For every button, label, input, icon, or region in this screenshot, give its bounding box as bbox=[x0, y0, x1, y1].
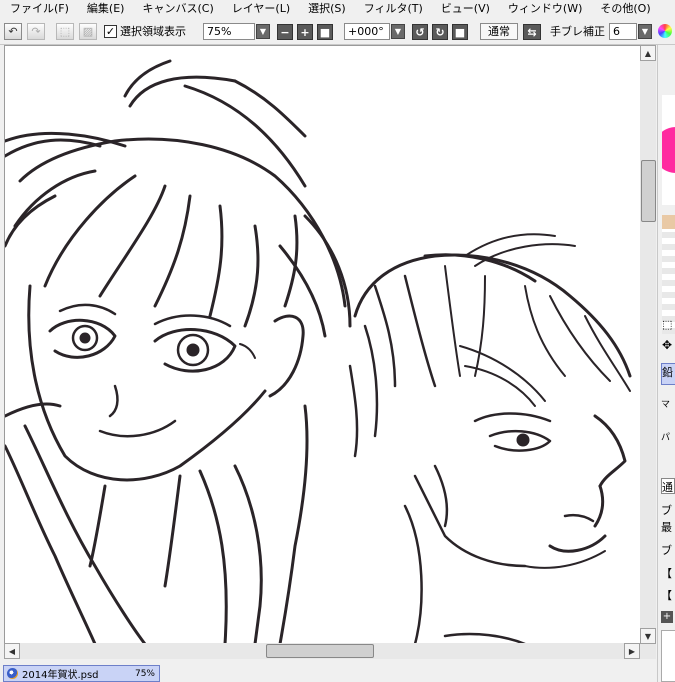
color-wheel-icon[interactable] bbox=[658, 24, 672, 38]
deselect-button[interactable]: ⬚ bbox=[56, 23, 74, 40]
document-icon bbox=[7, 668, 18, 679]
color-circle-icon[interactable] bbox=[662, 95, 675, 205]
show-selection-label: 選択領域表示 bbox=[120, 25, 186, 38]
vertical-scrollbar[interactable]: ▲ ▼ bbox=[640, 45, 656, 659]
square-icon: ■ bbox=[454, 25, 466, 39]
menu-layer[interactable]: レイヤー(L) bbox=[222, 0, 298, 18]
menu-filter[interactable]: フィルタ(T) bbox=[354, 0, 431, 18]
document-tab[interactable]: 2014年賀状.psd 75% bbox=[3, 665, 160, 682]
undo-icon: ↶ bbox=[8, 25, 18, 38]
menu-other[interactable]: その他(O) bbox=[590, 0, 658, 18]
rotate-right-button[interactable]: ↻ bbox=[432, 24, 448, 40]
rotate-right-icon: ↻ bbox=[435, 25, 445, 39]
tool-setting-label[interactable]: 【 bbox=[661, 565, 672, 581]
minus-icon: − bbox=[280, 25, 290, 39]
chevron-down-icon: ▼ bbox=[394, 27, 402, 36]
pencil-tool-tab[interactable]: 鉛 bbox=[661, 363, 675, 385]
arrow-left-icon: ◀ bbox=[8, 646, 16, 656]
tool-setting-label: パ bbox=[661, 433, 671, 443]
invert-selection-button[interactable]: ▨ bbox=[79, 23, 97, 40]
brush-preview bbox=[661, 630, 675, 682]
chevron-down-icon: ▼ bbox=[641, 27, 649, 36]
right-tool-panel: ⬚ ✥ 鉛 マ パ 通 ブ 最 ブ 【 【 + bbox=[657, 45, 675, 682]
scroll-left-button[interactable]: ◀ bbox=[4, 643, 20, 659]
plus-icon: + bbox=[300, 25, 310, 39]
menu-window[interactable]: ウィンドウ(W) bbox=[498, 0, 590, 18]
rotation-reset-button[interactable]: ■ bbox=[452, 24, 468, 40]
redo-button[interactable]: ↷ bbox=[27, 23, 45, 40]
rotation-field[interactable]: +000° bbox=[344, 23, 390, 40]
chevron-down-icon: ▼ bbox=[259, 27, 267, 36]
select-tool-icon[interactable]: ⬚ bbox=[662, 318, 672, 331]
menu-bar: ファイル(F) 編集(E) キャンバス(C) レイヤー(L) 選択(S) フィル… bbox=[0, 0, 675, 18]
zoom-out-button[interactable]: − bbox=[277, 24, 293, 40]
square-icon: ■ bbox=[319, 25, 331, 39]
document-tab-bar: 2014年賀状.psd 75% bbox=[0, 662, 657, 682]
flip-view-button[interactable]: ⇆ bbox=[523, 24, 541, 40]
arrow-right-icon: ▶ bbox=[628, 646, 636, 656]
checkmark-icon: ✓ bbox=[105, 25, 116, 38]
rotation-dropdown[interactable]: ▼ bbox=[391, 24, 405, 39]
blend-mode-button[interactable]: 通常 bbox=[480, 23, 518, 40]
tool-setting-label[interactable]: 【 bbox=[661, 587, 672, 603]
zoom-field[interactable]: 75% bbox=[203, 23, 255, 40]
redo-icon: ↷ bbox=[31, 25, 41, 38]
move-tool-icon[interactable]: ✥ bbox=[662, 338, 672, 352]
add-icon[interactable]: + bbox=[661, 611, 673, 623]
arrow-down-icon: ▼ bbox=[644, 631, 652, 641]
menu-view[interactable]: ビュー(V) bbox=[431, 0, 498, 18]
blend-mode-field[interactable]: 通 bbox=[661, 478, 675, 494]
scroll-right-button[interactable]: ▶ bbox=[624, 643, 640, 659]
horizontal-scrollbar[interactable]: ◀ ▶ bbox=[4, 643, 640, 659]
stabilizer-dropdown[interactable]: ▼ bbox=[638, 24, 652, 39]
rotate-left-icon: ↺ bbox=[415, 25, 425, 39]
stabilizer-field[interactable]: 6 bbox=[609, 23, 637, 40]
show-selection-checkbox[interactable]: ✓ bbox=[104, 25, 117, 38]
toolbar: ↶ ↷ ⬚ ▨ ✓ 選択領域表示 75% ▼ − + ■ +000° ▼ ↺ ↻… bbox=[0, 20, 675, 45]
zoom-dropdown[interactable]: ▼ bbox=[256, 24, 270, 39]
document-zoom: 75% bbox=[134, 668, 155, 679]
tool-setting-label: マ bbox=[661, 400, 671, 410]
flip-horizontal-icon: ⇆ bbox=[527, 25, 537, 39]
tool-setting-label: ブ bbox=[661, 504, 672, 517]
swatch-panel[interactable] bbox=[662, 215, 675, 334]
menu-edit[interactable]: 編集(E) bbox=[77, 0, 133, 18]
rotate-left-button[interactable]: ↺ bbox=[412, 24, 428, 40]
menu-canvas[interactable]: キャンバス(C) bbox=[132, 0, 221, 18]
vertical-scroll-thumb[interactable] bbox=[641, 160, 656, 222]
stabilizer-label: 手ブレ補正 bbox=[550, 25, 605, 38]
invert-selection-icon: ▨ bbox=[82, 25, 94, 38]
zoom-reset-button[interactable]: ■ bbox=[317, 24, 333, 40]
drawing-canvas[interactable] bbox=[4, 45, 641, 645]
horizontal-scroll-thumb[interactable] bbox=[266, 644, 374, 658]
zoom-in-button[interactable]: + bbox=[297, 24, 313, 40]
scroll-up-button[interactable]: ▲ bbox=[640, 45, 656, 61]
tool-setting-label: ブ bbox=[661, 544, 672, 557]
scroll-down-button[interactable]: ▼ bbox=[640, 628, 656, 644]
document-filename: 2014年賀状.psd bbox=[22, 670, 99, 681]
arrow-up-icon: ▲ bbox=[644, 48, 652, 58]
sketch-illustration bbox=[5, 59, 632, 644]
menu-select[interactable]: 選択(S) bbox=[298, 0, 354, 18]
deselect-icon: ⬚ bbox=[59, 25, 71, 38]
tool-setting-label: 最 bbox=[661, 521, 672, 534]
undo-button[interactable]: ↶ bbox=[4, 23, 22, 40]
menu-file[interactable]: ファイル(F) bbox=[0, 0, 77, 18]
